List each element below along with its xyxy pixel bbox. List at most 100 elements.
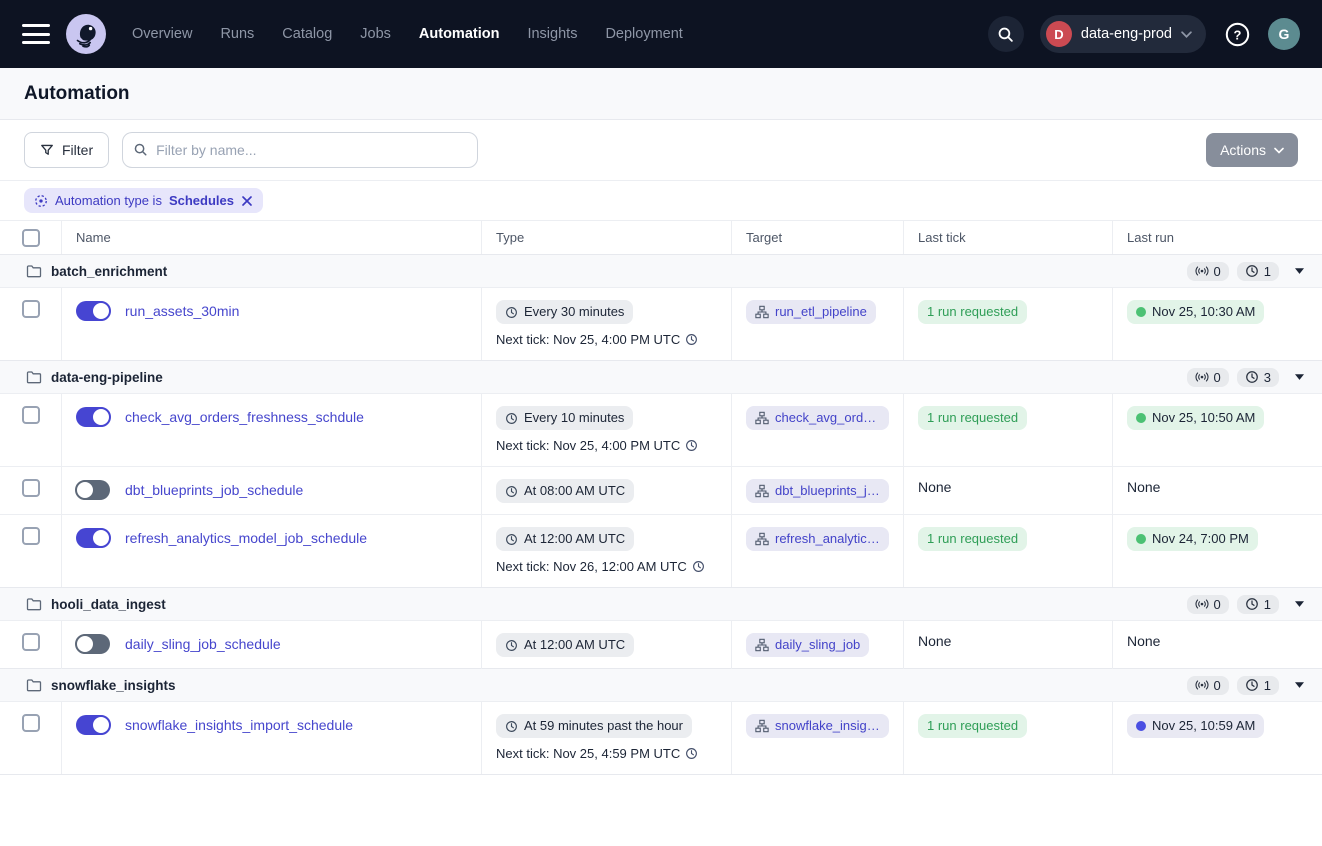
sensor-count-badge: 0 [1187,595,1229,614]
target-job-tag[interactable]: dbt_blueprints_job [746,479,889,503]
sensor-icon [1195,264,1209,278]
schedule-name-link[interactable]: snowflake_insights_import_schedule [125,714,353,736]
nav-item-runs[interactable]: Runs [220,26,254,42]
last-run-none: None [1127,479,1160,495]
table-row: check_avg_orders_freshness_schdule Every… [0,393,1322,466]
target-job-tag[interactable]: check_avg_orders_ [746,406,889,430]
last-tick-status-tag[interactable]: 1 run requested [918,406,1027,430]
hamburger-menu-icon[interactable] [22,24,50,44]
nav-item-overview[interactable]: Overview [132,26,192,42]
group-row-data-eng-pipeline[interactable]: data-eng-pipeline 0 3 [0,360,1322,393]
sensor-icon [1195,597,1209,611]
group-row-batch-enrichment[interactable]: batch_enrichment 0 1 [0,254,1322,287]
clock-icon [685,747,698,760]
column-header-name: Name [61,221,481,254]
collapse-group-button[interactable] [1295,268,1304,274]
last-run-none: None [1127,633,1160,649]
filter-chip-prefix: Automation type is [55,193,162,208]
table-row: refresh_analytics_model_job_schedule At … [0,514,1322,587]
schedule-count-badge: 1 [1237,676,1279,695]
clock-icon [1245,370,1259,384]
row-checkbox[interactable] [22,300,40,318]
funnel-icon [40,143,54,157]
nav-item-catalog[interactable]: Catalog [282,26,332,42]
row-checkbox[interactable] [22,527,40,545]
schedule-type-tag: Every 30 minutes [496,300,633,324]
nav-item-insights[interactable]: Insights [527,26,577,42]
schedule-name-link[interactable]: run_assets_30min [125,300,239,322]
table-row: dbt_blueprints_job_schedule At 08:00 AM … [0,466,1322,514]
collapse-group-button[interactable] [1295,601,1304,607]
row-checkbox[interactable] [22,633,40,651]
clock-icon [505,306,518,319]
top-nav: Overview Runs Catalog Jobs Automation In… [0,0,1322,68]
schedule-type-tag: At 12:00 AM UTC [496,527,634,551]
row-checkbox[interactable] [22,714,40,732]
nav-item-automation[interactable]: Automation [419,26,500,42]
svg-text:?: ? [1233,27,1241,42]
column-header-last-run: Last run [1112,221,1322,254]
filter-chip-automation-type[interactable]: Automation type is Schedules [24,188,263,213]
schedule-name-link[interactable]: refresh_analytics_model_job_schedule [125,527,367,549]
user-avatar[interactable]: G [1268,18,1300,50]
schedule-type-tag: Every 10 minutes [496,406,633,430]
clock-icon [685,333,698,346]
schedule-toggle[interactable] [76,301,110,321]
column-header-last-tick: Last tick [903,221,1112,254]
filter-button[interactable]: Filter [24,132,109,168]
last-tick-status-tag[interactable]: 1 run requested [918,300,1027,324]
nav-item-deployment[interactable]: Deployment [605,26,682,42]
last-run-tag[interactable]: Nov 24, 7:00 PM [1127,527,1258,551]
page-title: Automation [24,83,130,105]
next-tick-text: Next tick: Nov 25, 4:00 PM UTC [496,438,717,453]
target-job-tag[interactable]: snowflake_insights [746,714,889,738]
dagster-logo-icon[interactable] [66,14,106,54]
select-all-checkbox[interactable] [22,229,40,247]
actions-button[interactable]: Actions [1206,133,1298,167]
target-job-tag[interactable]: daily_sling_job [746,633,869,657]
collapse-group-button[interactable] [1295,682,1304,688]
collapse-group-button[interactable] [1295,374,1304,380]
schedule-toggle[interactable] [76,407,110,427]
search-input[interactable] [122,132,478,168]
group-row-snowflake-insights[interactable]: snowflake_insights 0 1 [0,668,1322,701]
schedule-toggle[interactable] [76,480,110,500]
job-graph-icon [755,532,769,546]
clock-icon [505,412,518,425]
remove-filter-icon[interactable] [241,195,253,207]
table-header-row: Name Type Target Last tick Last run [0,221,1322,254]
help-button[interactable]: ? [1222,19,1252,49]
search-button[interactable] [988,16,1024,52]
last-run-tag[interactable]: Nov 25, 10:59 AM [1127,714,1264,738]
last-tick-status-tag[interactable]: 1 run requested [918,714,1027,738]
clock-icon [505,639,518,652]
schedule-name-link[interactable]: dbt_blueprints_job_schedule [125,479,303,501]
row-checkbox[interactable] [22,406,40,424]
caret-down-icon [1295,268,1304,274]
nav-item-jobs[interactable]: Jobs [360,26,391,42]
workspace-switcher[interactable]: D data-eng-prod [1040,15,1206,53]
last-run-tag[interactable]: Nov 25, 10:30 AM [1127,300,1264,324]
next-tick-text: Next tick: Nov 26, 12:00 AM UTC [496,559,717,574]
caret-down-icon [1295,374,1304,380]
row-checkbox[interactable] [22,479,40,497]
last-tick-status-tag[interactable]: 1 run requested [918,527,1027,551]
schedule-name-link[interactable]: check_avg_orders_freshness_schdule [125,406,364,428]
sensor-count-badge: 0 [1187,676,1229,695]
toolbar: Filter Actions [0,120,1322,181]
schedule-name-link[interactable]: daily_sling_job_schedule [125,633,281,655]
workspace-avatar: D [1046,21,1072,47]
group-row-hooli-data-ingest[interactable]: hooli_data_ingest 0 1 [0,587,1322,620]
clock-icon [505,720,518,733]
search-icon [133,142,148,157]
table-row: snowflake_insights_import_schedule At 59… [0,701,1322,774]
group-name: hooli_data_ingest [51,597,166,612]
schedule-toggle[interactable] [76,634,110,654]
target-job-tag[interactable]: refresh_analytics_r [746,527,889,551]
schedule-toggle[interactable] [76,715,110,735]
clock-icon [1245,264,1259,278]
target-job-tag[interactable]: run_etl_pipeline [746,300,876,324]
last-run-tag[interactable]: Nov 25, 10:50 AM [1127,406,1264,430]
chevron-down-icon [1181,31,1192,38]
schedule-toggle[interactable] [76,528,110,548]
